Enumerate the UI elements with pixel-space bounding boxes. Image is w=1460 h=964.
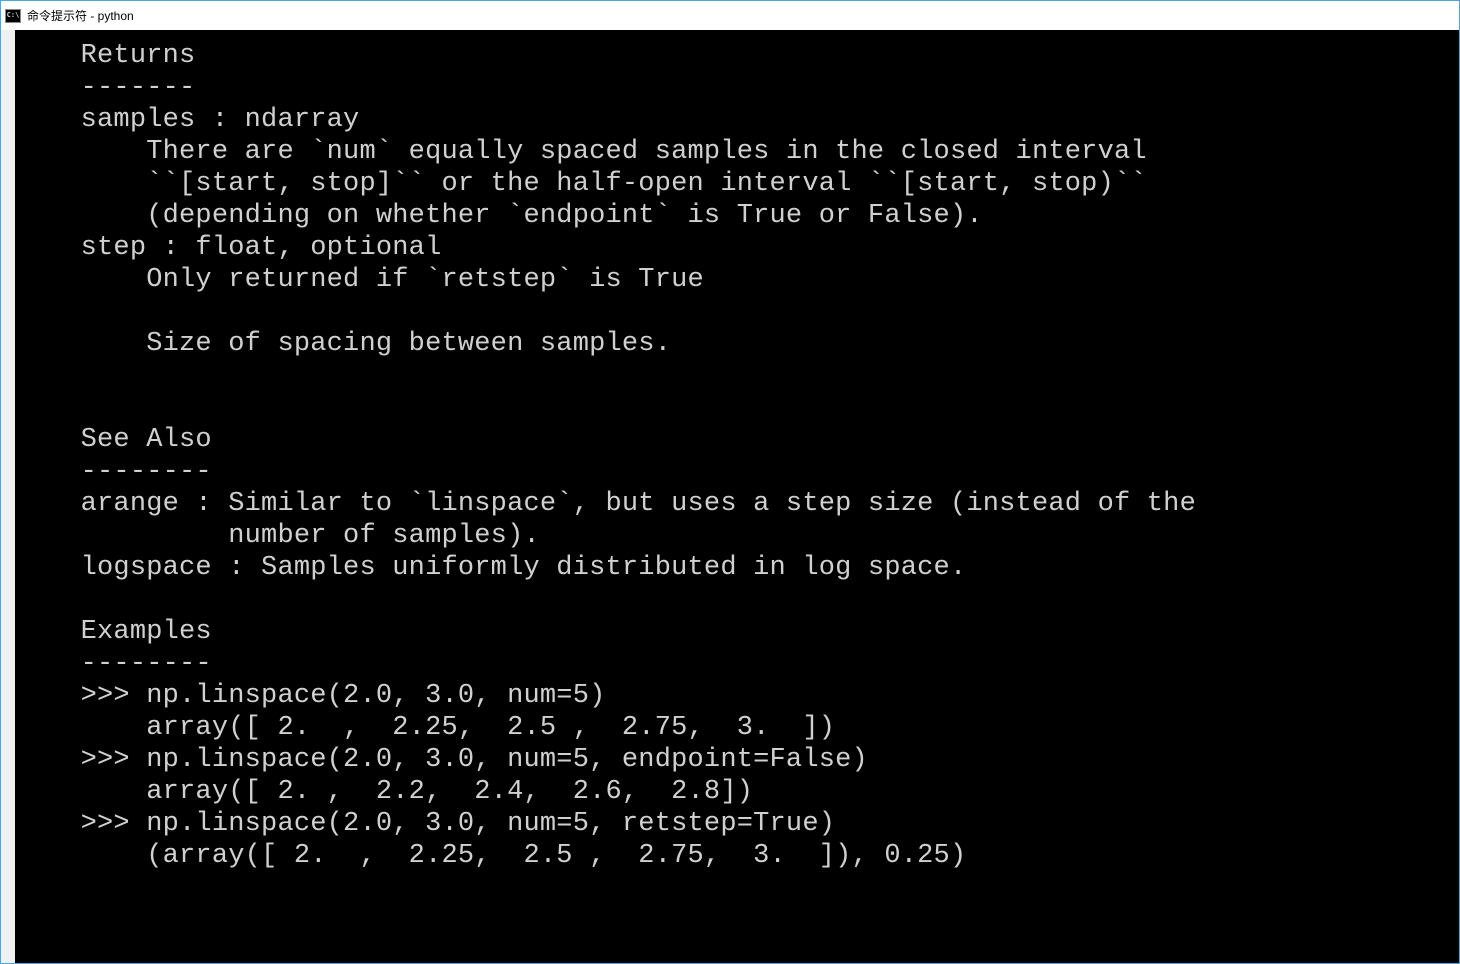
terminal-line: -------- xyxy=(15,648,1459,680)
terminal-line: -------- xyxy=(15,456,1459,488)
terminal-line: arange : Similar to `linspace`, but uses… xyxy=(15,488,1459,520)
cmd-icon: C:\ xyxy=(5,9,21,23)
left-gutter xyxy=(1,30,15,963)
terminal-line xyxy=(15,392,1459,424)
window-title: 命令提示符 - python xyxy=(27,7,134,24)
terminal-output[interactable]: Returns ------- samples : ndarray There … xyxy=(15,30,1459,963)
terminal-line: step : float, optional xyxy=(15,232,1459,264)
terminal-line: ------- xyxy=(15,72,1459,104)
terminal-line: >>> np.linspace(2.0, 3.0, num=5) xyxy=(15,680,1459,712)
terminal-line: samples : ndarray xyxy=(15,104,1459,136)
window-titlebar[interactable]: C:\ 命令提示符 - python xyxy=(0,0,1460,30)
terminal-line: Examples xyxy=(15,616,1459,648)
terminal-line: Returns xyxy=(15,40,1459,72)
window-body: Returns ------- samples : ndarray There … xyxy=(0,30,1460,964)
terminal-line xyxy=(15,360,1459,392)
terminal-line: logspace : Samples uniformly distributed… xyxy=(15,552,1459,584)
terminal-line: Only returned if `retstep` is True xyxy=(15,264,1459,296)
terminal-line xyxy=(15,584,1459,616)
terminal-line: (depending on whether `endpoint` is True… xyxy=(15,200,1459,232)
terminal-line: There are `num` equally spaced samples i… xyxy=(15,136,1459,168)
terminal-line: ``[start, stop]`` or the half-open inter… xyxy=(15,168,1459,200)
terminal-line: array([ 2. , 2.2, 2.4, 2.6, 2.8]) xyxy=(15,776,1459,808)
terminal-line: See Also xyxy=(15,424,1459,456)
terminal-line: >>> np.linspace(2.0, 3.0, num=5, retstep… xyxy=(15,808,1459,840)
terminal-line: array([ 2. , 2.25, 2.5 , 2.75, 3. ]) xyxy=(15,712,1459,744)
terminal-line: Size of spacing between samples. xyxy=(15,328,1459,360)
terminal-line: >>> np.linspace(2.0, 3.0, num=5, endpoin… xyxy=(15,744,1459,776)
terminal-line: (array([ 2. , 2.25, 2.5 , 2.75, 3. ]), 0… xyxy=(15,840,1459,872)
terminal-line: number of samples). xyxy=(15,520,1459,552)
terminal-line xyxy=(15,296,1459,328)
